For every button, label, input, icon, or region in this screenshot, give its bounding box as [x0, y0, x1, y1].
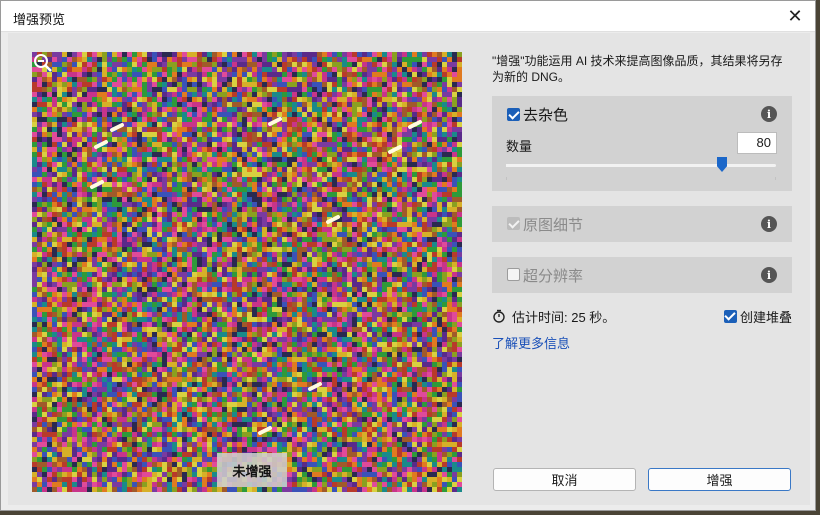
slider-thumb[interactable]: [717, 157, 727, 172]
denoise-checkbox[interactable]: [507, 108, 520, 121]
raw-details-section: 原图细节 i: [492, 206, 792, 242]
denoise-section: 去杂色 i 数量 80: [492, 96, 792, 191]
enhance-preview-dialog: 增强预览 ✕ 未增强 "增强"功能运用 AI 技术来提高图像品质，其结果将另存为…: [0, 0, 816, 511]
enhance-button[interactable]: 增强: [648, 468, 791, 491]
title-bar: 增强预览 ✕: [1, 1, 815, 32]
amount-slider[interactable]: [506, 157, 776, 172]
raw-details-label: 原图细节: [523, 217, 584, 234]
close-icon: ✕: [787, 6, 803, 26]
create-stack-checkbox[interactable]: [724, 309, 737, 323]
close-button[interactable]: ✕: [775, 1, 815, 32]
estimated-time-text: 估计时间: 25 秒。: [512, 309, 616, 325]
amount-input[interactable]: 80: [737, 132, 777, 154]
slider-fill: [506, 164, 722, 167]
raw-details-info-icon[interactable]: i: [761, 216, 777, 232]
stopwatch-icon: [493, 309, 505, 323]
cancel-button[interactable]: 取消: [493, 468, 636, 491]
super-resolution-section: 超分辨率 i: [492, 257, 792, 293]
create-stack-option[interactable]: 创建堆叠: [724, 307, 792, 325]
super-resolution-info-icon[interactable]: i: [761, 267, 777, 283]
create-stack-label: 创建堆叠: [740, 309, 793, 325]
super-resolution-checkbox[interactable]: [507, 268, 520, 281]
unenhanced-badge: 未增强: [217, 453, 287, 487]
estimated-time: 估计时间: 25 秒。: [492, 307, 615, 325]
super-resolution-label: 超分辨率: [523, 268, 584, 285]
slider-ticks: [506, 177, 776, 181]
noise-preview-canvas: [32, 52, 462, 492]
denoise-info-icon[interactable]: i: [761, 106, 777, 122]
dialog-body: 未增强 "增强"功能运用 AI 技术来提高图像品质，其结果将另存为新的 DNG。…: [8, 33, 810, 505]
zoom-out-icon[interactable]: [32, 52, 54, 74]
denoise-label: 去杂色: [523, 107, 569, 124]
feature-description: "增强"功能运用 AI 技术来提高图像品质，其结果将另存为新的 DNG。: [492, 54, 783, 84]
preview-image: 未增强: [32, 52, 462, 492]
learn-more-link[interactable]: 了解更多信息: [492, 333, 570, 352]
window-title: 增强预览: [13, 12, 66, 27]
raw-details-checkbox: [507, 217, 520, 230]
amount-label: 数量: [506, 139, 533, 154]
